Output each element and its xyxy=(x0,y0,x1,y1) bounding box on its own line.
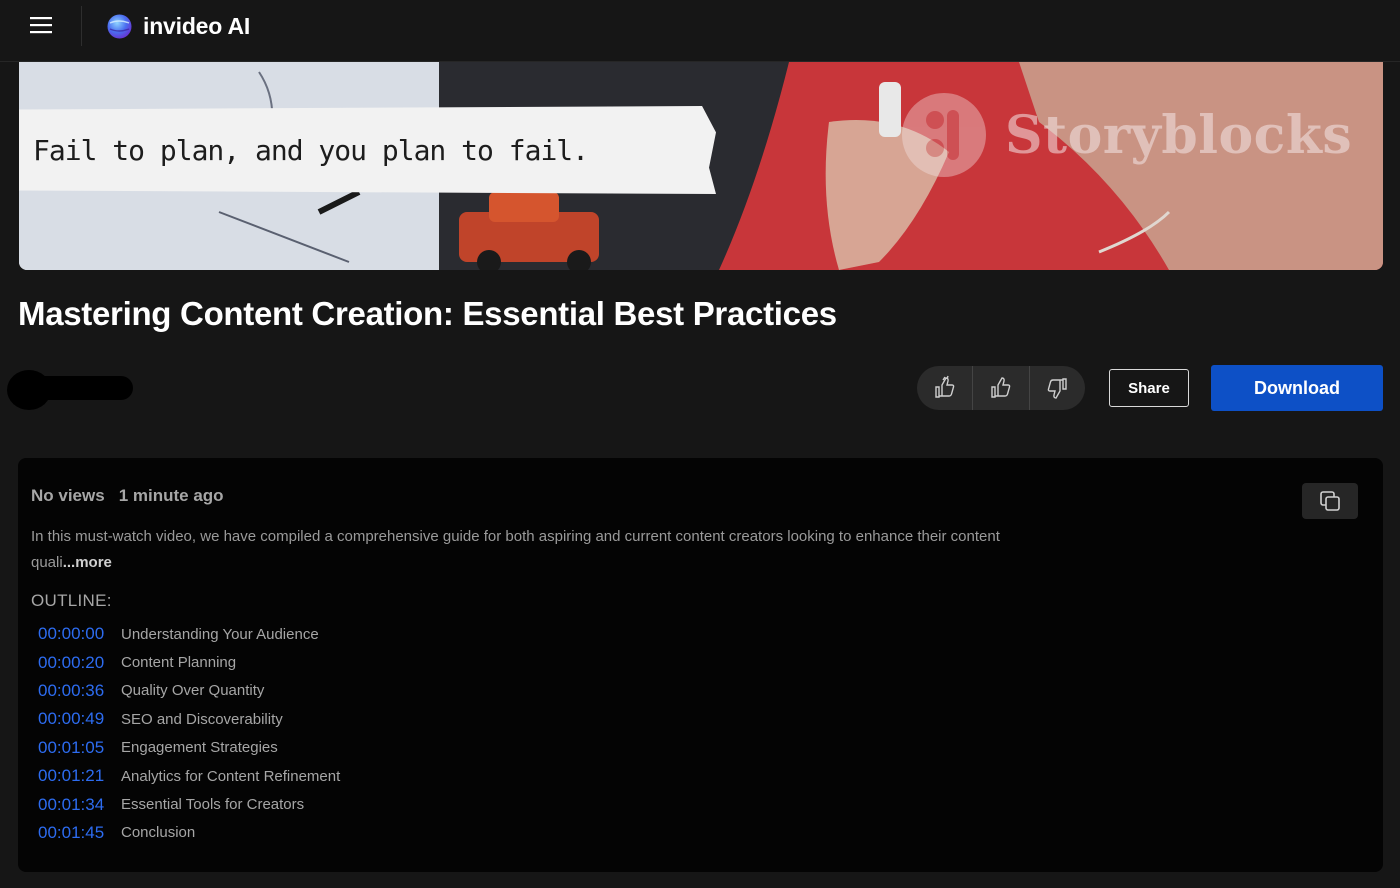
chapter-item: 00:01:34 Essential Tools for Creators xyxy=(38,790,340,818)
like-button[interactable] xyxy=(972,366,1028,410)
chapter-title: Content Planning xyxy=(121,654,237,672)
top-bar: invideo AI xyxy=(0,0,1400,62)
chapter-title: Essential Tools for Creators xyxy=(121,796,305,814)
reaction-group xyxy=(917,366,1085,410)
chapter-title: Understanding Your Audience xyxy=(121,625,319,643)
download-button[interactable]: Download xyxy=(1211,365,1383,411)
chapter-timestamp[interactable]: 00:01:45 xyxy=(38,823,121,843)
chapter-title: SEO and Discoverability xyxy=(121,710,283,728)
chapter-timestamp[interactable]: 00:00:20 xyxy=(38,653,121,673)
chapter-item: 00:01:45 Conclusion xyxy=(38,819,340,847)
storyblocks-logo-icon xyxy=(902,93,986,177)
copy-button[interactable] xyxy=(1302,483,1358,519)
logo-text: invideo AI xyxy=(143,12,251,39)
chapter-title: Engagement Strategies xyxy=(121,739,278,757)
copy-icon xyxy=(1320,491,1340,511)
menu-button[interactable] xyxy=(22,8,60,42)
chapter-timestamp[interactable]: 00:01:21 xyxy=(38,766,121,786)
share-button[interactable]: Share xyxy=(1109,369,1189,407)
video-title: Mastering Content Creation: Essential Be… xyxy=(18,295,837,332)
watermark-text: Storyblocks xyxy=(1005,104,1353,166)
video-caption: Fail to plan, and you plan to fail. xyxy=(19,106,716,194)
thumbs-up-icon xyxy=(991,377,1011,398)
chapter-item: 00:00:49 SEO and Discoverability xyxy=(38,705,340,733)
chapter-timestamp[interactable]: 00:00:00 xyxy=(38,624,121,644)
chapter-timestamp[interactable]: 00:00:36 xyxy=(38,681,121,701)
topbar-divider xyxy=(81,6,82,46)
caption-text: Fail to plan, and you plan to fail. xyxy=(33,133,589,167)
upload-time: 1 minute ago xyxy=(118,486,224,505)
outline-label: OUTLINE: xyxy=(31,591,112,610)
video-meta: No views 1 minute ago xyxy=(31,486,224,506)
description-text: In this must-watch video, we have compil… xyxy=(31,524,1051,576)
chapter-title: Analytics for Content Refinement xyxy=(121,767,341,785)
hamburger-menu-icon xyxy=(30,17,52,34)
chapter-list: 00:00:00 Understanding Your Audience 00:… xyxy=(38,620,340,847)
more-link[interactable]: ...more xyxy=(63,554,112,571)
chapter-title: Quality Over Quantity xyxy=(121,682,265,700)
chapter-item: 00:01:21 Analytics for Content Refinemen… xyxy=(38,762,340,790)
thumbs-down-icon xyxy=(1048,378,1068,399)
chapter-item: 00:00:20 Content Planning xyxy=(38,648,340,676)
chapter-item: 00:00:00 Understanding Your Audience xyxy=(38,620,340,648)
author-info-redacted xyxy=(7,370,133,410)
description-panel: No views 1 minute ago In this must-watch… xyxy=(18,458,1383,872)
love-it-button[interactable] xyxy=(917,366,972,410)
logo[interactable]: invideo AI xyxy=(106,10,250,42)
chapter-timestamp[interactable]: 00:01:05 xyxy=(38,738,121,758)
storyblocks-watermark: Storyblocks xyxy=(901,92,1352,178)
invideo-globe-icon xyxy=(107,14,132,38)
view-count: No views xyxy=(31,486,105,505)
double-thumbs-up-icon xyxy=(934,375,954,398)
description-body: In this must-watch video, we have compil… xyxy=(31,528,1000,571)
chapter-timestamp[interactable]: 00:00:49 xyxy=(38,709,121,729)
chapter-timestamp[interactable]: 00:01:34 xyxy=(38,795,121,815)
chapter-item: 00:01:05 Engagement Strategies xyxy=(38,734,340,762)
chapter-title: Conclusion xyxy=(121,824,196,842)
dislike-button[interactable] xyxy=(1028,366,1085,410)
video-player[interactable]: Fail to plan, and you plan to fail. Stor… xyxy=(19,62,1383,270)
chapter-item: 00:00:36 Quality Over Quantity xyxy=(38,677,340,705)
